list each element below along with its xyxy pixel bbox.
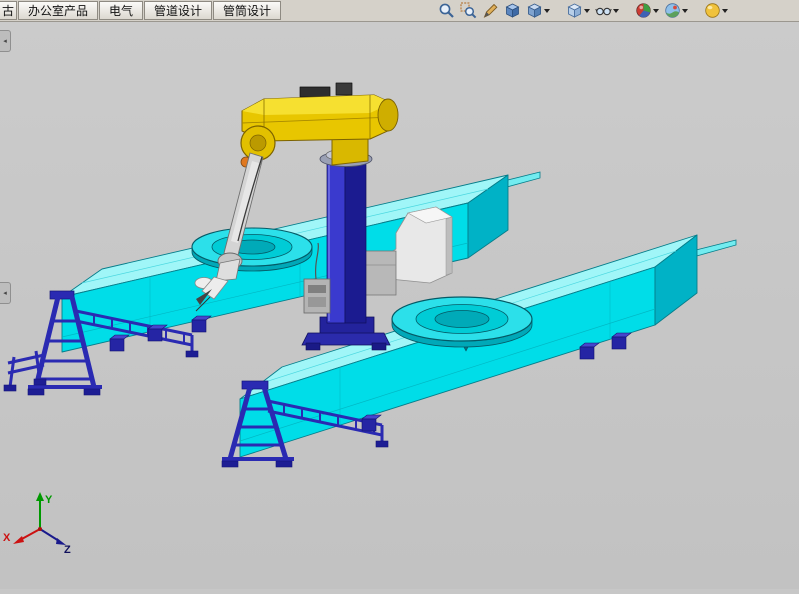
x-axis-label: X xyxy=(3,532,11,544)
dropdown-caret-icon xyxy=(722,9,728,13)
graphics-viewport[interactable]: Y X Z xyxy=(0,21,799,589)
section-view-icon[interactable] xyxy=(481,1,500,20)
apply-scene-icon[interactable] xyxy=(663,1,689,20)
hide-show-items-icon[interactable] xyxy=(594,1,620,20)
dropdown-caret-icon xyxy=(584,9,590,13)
command-tab-bar: 古 办公室产品 电气 管道设计 管筒设计 xyxy=(0,0,799,22)
equipment-box[interactable] xyxy=(362,251,396,295)
robot-arm-cap xyxy=(378,99,398,131)
view-orientation-icon[interactable] xyxy=(525,1,551,20)
previous-view-icon[interactable] xyxy=(503,1,522,20)
command-tabs: 古 办公室产品 电气 管道设计 管筒设计 xyxy=(0,0,282,21)
dropdown-caret-icon xyxy=(613,9,619,13)
robot-top-unit xyxy=(300,87,330,97)
rotary-ring-left[interactable] xyxy=(192,228,312,271)
x-axis-arrow xyxy=(13,536,24,544)
panel-collapse-button[interactable]: ◂ xyxy=(0,30,11,52)
toolbar-separator xyxy=(692,10,700,11)
y-axis-arrow xyxy=(36,492,44,501)
robot-top-unit xyxy=(336,83,352,95)
zoom-to-area-icon[interactable] xyxy=(459,1,478,20)
toolbar-separator xyxy=(623,10,631,11)
support-stand-far-left[interactable] xyxy=(4,351,46,391)
view-settings-icon[interactable] xyxy=(703,1,729,20)
display-style-icon[interactable] xyxy=(565,1,591,20)
edit-appearance-icon[interactable] xyxy=(634,1,660,20)
tab-piping-design[interactable]: 管道设计 xyxy=(144,1,212,20)
z-axis-label: Z xyxy=(64,544,71,556)
heads-up-view-toolbar xyxy=(437,1,729,20)
zoom-to-fit-icon[interactable] xyxy=(437,1,456,20)
dropdown-caret-icon xyxy=(544,9,550,13)
orientation-triad[interactable]: Y X Z xyxy=(3,492,71,556)
tab-electrical[interactable]: 电气 xyxy=(99,1,143,20)
rotary-ring-right[interactable] xyxy=(392,297,532,347)
y-axis-label: Y xyxy=(45,494,53,506)
dropdown-caret-icon xyxy=(653,9,659,13)
column-right-face xyxy=(345,159,366,323)
tab-tubing-design[interactable]: 管筒设计 xyxy=(213,1,281,20)
dropdown-caret-icon xyxy=(682,9,688,13)
tab-office-products[interactable]: 办公室产品 xyxy=(18,1,98,20)
toolbar-separator xyxy=(554,10,562,11)
model-3d-svg[interactable]: Y X Z xyxy=(0,21,799,589)
tab-partial[interactable]: 古 xyxy=(0,1,17,20)
triad-origin xyxy=(38,527,42,531)
panel-collapse-button[interactable]: ◂ xyxy=(0,282,11,304)
